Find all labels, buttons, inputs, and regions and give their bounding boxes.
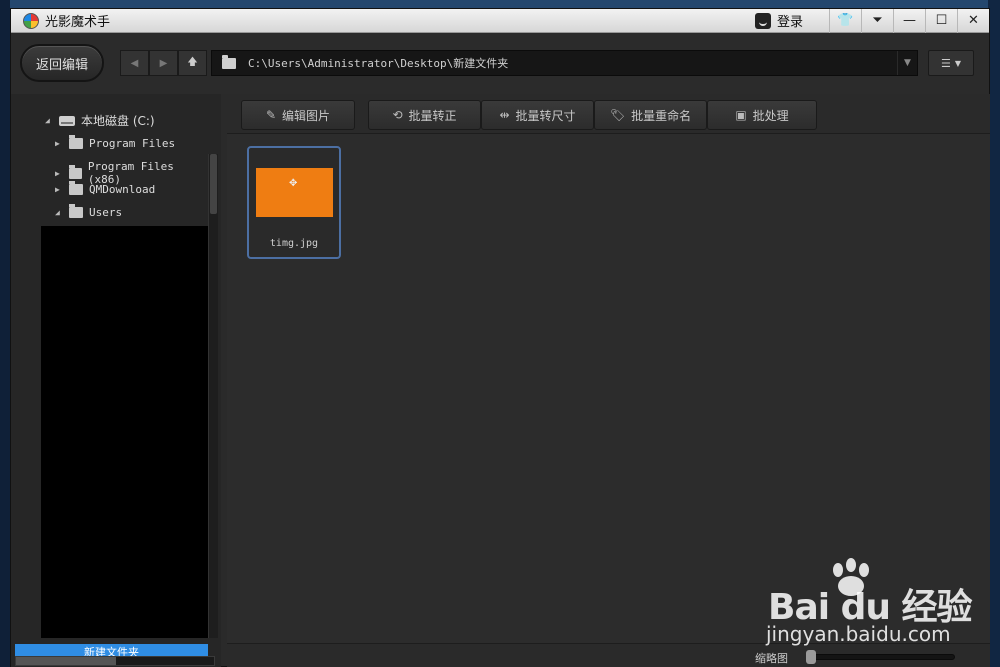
nav-buttons: ◀ ▶ 🡅 bbox=[120, 50, 207, 76]
minimize-button[interactable]: — bbox=[893, 8, 925, 33]
maximize-button[interactable]: ☐ bbox=[925, 8, 957, 33]
batch-rename-label: 批量重命名 bbox=[631, 108, 692, 123]
tree-vertical-scrollbar[interactable] bbox=[208, 154, 218, 638]
navigation-bar: 返回编辑 ◀ ▶ 🡅 C:\Users\Administrator\Deskto… bbox=[11, 34, 989, 94]
batch-resize-button[interactable]: ⇹ 批量转尺寸 bbox=[481, 100, 594, 130]
close-icon: ✕ bbox=[968, 13, 979, 28]
folder-icon bbox=[69, 204, 83, 218]
pencil-icon: ✎ bbox=[265, 108, 277, 122]
tree-item-label: QMDownload bbox=[89, 183, 156, 196]
app-logo-icon bbox=[23, 12, 39, 29]
tree-empty-area bbox=[41, 226, 209, 638]
tree-item-program-files[interactable]: ▶ Program Files bbox=[55, 135, 176, 150]
nav-up-button[interactable]: 🡅 bbox=[178, 50, 207, 76]
new-folder-label: 新建文件夹 bbox=[84, 646, 139, 656]
skin-button[interactable]: 👕 bbox=[829, 8, 861, 33]
view-mode-button[interactable]: ☰ ▼ bbox=[928, 50, 974, 76]
nav-back-button[interactable]: ◀ bbox=[120, 50, 149, 76]
folder-icon bbox=[68, 164, 82, 179]
batch-resize-label: 批量转尺寸 bbox=[515, 108, 576, 123]
file-thumbnail[interactable]: ✥ timg.jpg bbox=[247, 146, 341, 259]
tag-icon: 🏷 bbox=[609, 108, 626, 122]
path-text: C:\Users\Administrator\Desktop\新建文件夹 bbox=[248, 57, 509, 70]
folder-icon bbox=[222, 54, 236, 69]
thumbnail-size-slider[interactable] bbox=[806, 650, 955, 664]
thumbnail-image bbox=[256, 168, 333, 217]
slider-knob[interactable] bbox=[806, 650, 816, 664]
login-label: 登录 bbox=[776, 15, 803, 30]
rotate-icon: ⟲ bbox=[392, 108, 403, 122]
batch-rename-button[interactable]: 🏷 批量重命名 bbox=[594, 100, 707, 130]
shirt-icon: 👕 bbox=[837, 13, 854, 28]
resize-icon: ⇹ bbox=[499, 108, 510, 122]
edit-image-button[interactable]: ✎ 编辑图片 bbox=[241, 100, 355, 130]
app-title: 光影魔术手 bbox=[45, 15, 111, 30]
scrollbar-thumb[interactable] bbox=[210, 154, 217, 214]
new-folder-button[interactable]: 新建文件夹 bbox=[15, 644, 208, 656]
left-arrow-icon: ◀ bbox=[130, 57, 139, 69]
menu-dropdown-icon: ⏷ bbox=[872, 13, 883, 28]
tree-horizontal-scrollbar[interactable] bbox=[15, 656, 215, 666]
right-arrow-icon: ▶ bbox=[159, 57, 168, 69]
batch-rotate-label: 批量转正 bbox=[408, 108, 457, 123]
expanded-arrow-icon[interactable]: ◢ bbox=[55, 208, 63, 217]
batch-rotate-button[interactable]: ⟲ 批量转正 bbox=[368, 100, 481, 130]
user-face-icon bbox=[754, 12, 771, 29]
up-arrow-icon: 🡅 bbox=[187, 56, 198, 68]
scrollbar-thumb[interactable] bbox=[16, 657, 116, 665]
title-bar: 光影魔术手 登录 👕 ⏷ — ☐ ✕ bbox=[11, 8, 989, 33]
folder-tree: ◢ 本地磁盘 (C:) ▶ Program Files ▶ Program Fi… bbox=[11, 94, 207, 226]
menu-button[interactable]: ⏷ bbox=[861, 8, 893, 33]
collapsed-arrow-icon[interactable]: ▶ bbox=[55, 185, 63, 194]
maximize-icon: ☐ bbox=[935, 13, 948, 28]
list-view-icon: ☰ bbox=[940, 56, 951, 70]
images-icon: ▣ bbox=[735, 108, 747, 122]
path-field[interactable]: C:\Users\Administrator\Desktop\新建文件夹 ▼ bbox=[211, 50, 918, 76]
file-browser: ✎ 编辑图片 ⟲ 批量转正 ⇹ 批量转尺寸 🏷 批量重命名 ▣ 批处理 ✥ ti… bbox=[227, 94, 990, 667]
thumbnail-size-label: 缩略图 bbox=[755, 652, 788, 665]
batch-process-button[interactable]: ▣ 批处理 bbox=[707, 100, 817, 130]
tree-item-users[interactable]: ◢ Users bbox=[55, 204, 123, 219]
drive-icon bbox=[59, 115, 75, 126]
cursor-icon: ✥ bbox=[289, 178, 298, 189]
tree-item-label: Users bbox=[89, 206, 123, 219]
nav-forward-button[interactable]: ▶ bbox=[149, 50, 178, 76]
app-window: 光影魔术手 登录 👕 ⏷ — ☐ ✕ 返回编辑 ◀ ▶ 🡅 C:\Users\A… bbox=[10, 8, 990, 667]
expanded-arrow-icon[interactable]: ◢ bbox=[45, 116, 53, 125]
folder-icon bbox=[69, 135, 83, 149]
desktop-icons-left bbox=[0, 0, 10, 667]
collapsed-arrow-icon[interactable]: ▶ bbox=[55, 139, 63, 148]
close-button[interactable]: ✕ bbox=[957, 8, 989, 33]
edit-image-label: 编辑图片 bbox=[282, 108, 331, 123]
thumbnail-grid: ✥ timg.jpg bbox=[227, 135, 990, 643]
tree-item-label: Program Files bbox=[89, 137, 176, 150]
tree-item-label: 本地磁盘 (C:) bbox=[81, 114, 155, 128]
action-toolbar: ✎ 编辑图片 ⟲ 批量转正 ⇹ 批量转尺寸 🏷 批量重命名 ▣ 批处理 bbox=[227, 94, 990, 134]
tree-item-qmdownload[interactable]: ▶ QMDownload bbox=[55, 181, 156, 196]
folder-icon bbox=[69, 181, 83, 195]
file-name: timg.jpg bbox=[269, 238, 319, 249]
folder-tree-panel: ◢ 本地磁盘 (C:) ▶ Program Files ▶ Program Fi… bbox=[11, 94, 221, 667]
path-dropdown-icon[interactable]: ▼ bbox=[897, 51, 917, 75]
tree-item-drive-c[interactable]: ◢ 本地磁盘 (C:) bbox=[45, 112, 155, 129]
login-button[interactable]: 登录 bbox=[745, 9, 813, 33]
status-bar: 缩略图 bbox=[227, 643, 990, 667]
minimize-icon: — bbox=[903, 13, 916, 28]
collapsed-arrow-icon[interactable]: ▶ bbox=[55, 169, 63, 178]
batch-process-label: 批处理 bbox=[752, 108, 789, 123]
back-to-edit-button[interactable]: 返回编辑 bbox=[20, 44, 104, 82]
chevron-down-icon: ▼ bbox=[954, 58, 962, 68]
